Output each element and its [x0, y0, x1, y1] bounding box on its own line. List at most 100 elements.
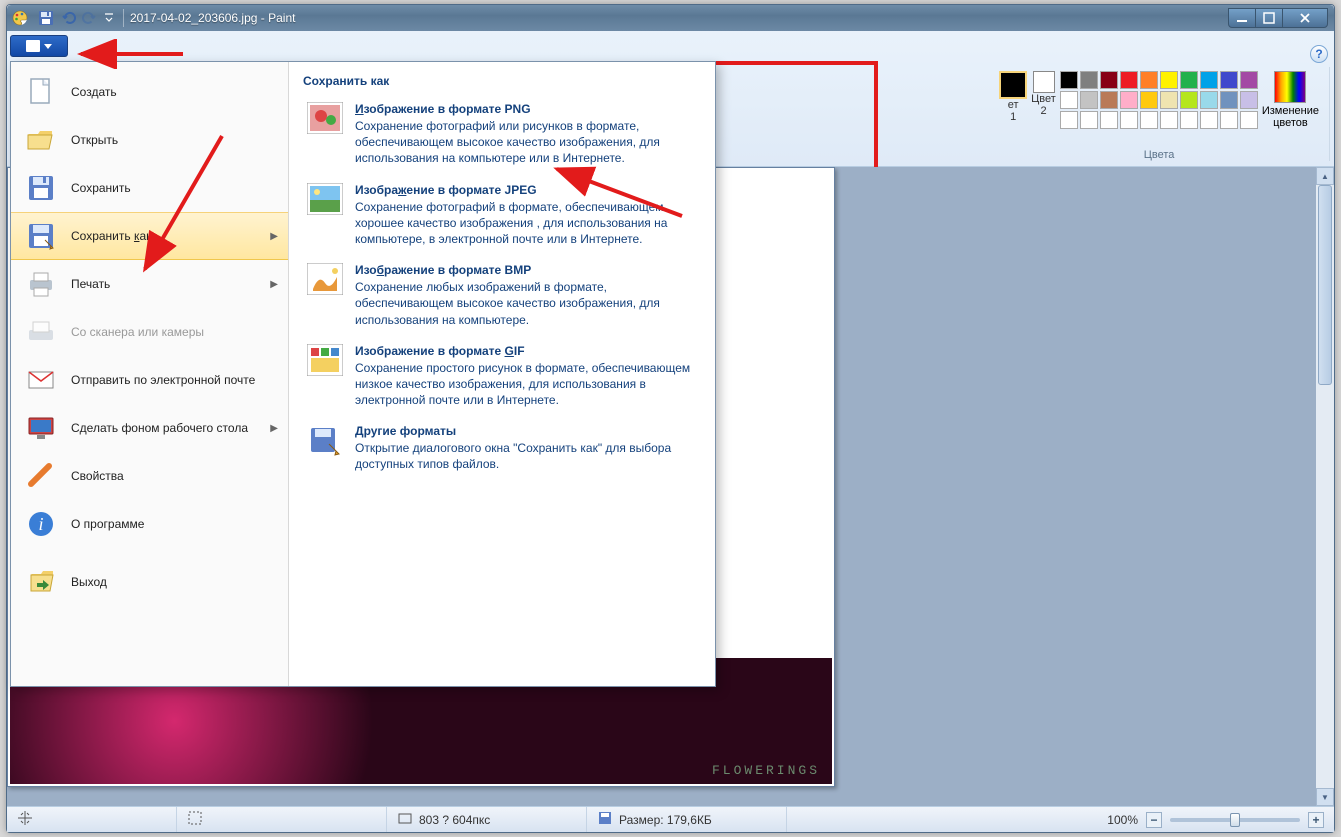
file-new-icon [25, 76, 57, 108]
ribbon: ? ет1 Цвет2 [7, 31, 1334, 167]
palette-color[interactable] [1220, 111, 1238, 129]
png-format-icon [307, 102, 343, 134]
zoom-thumb[interactable] [1230, 813, 1240, 827]
format-bmp-title: Изображение в формате BMP [355, 263, 697, 277]
palette-color[interactable] [1180, 111, 1198, 129]
printer-icon [25, 268, 57, 300]
menu-item-open[interactable]: Открыть [11, 116, 288, 164]
properties-icon [25, 460, 57, 492]
scroll-down-button[interactable]: ▼ [1316, 788, 1334, 806]
palette-color[interactable] [1220, 71, 1238, 89]
palette-color[interactable] [1240, 71, 1258, 89]
scrollbar-thumb[interactable] [1318, 185, 1332, 385]
format-bmp[interactable]: Изображение в формате BMP Сохранение люб… [303, 257, 701, 338]
qat-save-icon[interactable] [38, 10, 54, 26]
disk-icon [597, 810, 613, 829]
menu-item-print[interactable]: Печать ▶ [11, 260, 288, 308]
palette-color[interactable] [1180, 71, 1198, 89]
palette-color[interactable] [1080, 91, 1098, 109]
jpeg-format-icon [307, 183, 343, 215]
help-button[interactable]: ? [1310, 45, 1328, 63]
menu-item-properties[interactable]: Свойства [11, 452, 288, 500]
status-cursor-pos [7, 807, 177, 832]
status-bar: 803 ? 604пкс Размер: 179,6КБ 100% − + [7, 806, 1334, 832]
palette-color[interactable] [1160, 91, 1178, 109]
window: 2017-04-02_203606.jpg - Paint ? ет1 [6, 4, 1335, 833]
palette-color[interactable] [1140, 71, 1158, 89]
format-bmp-desc: Сохранение любых изображений в формате, … [355, 279, 697, 328]
minimize-button[interactable] [1228, 8, 1256, 28]
exit-icon [25, 566, 57, 598]
menu-item-new[interactable]: Создать [11, 68, 288, 116]
palette-color[interactable] [1200, 111, 1218, 129]
palette-color[interactable] [1100, 91, 1118, 109]
palette-color[interactable] [1120, 91, 1138, 109]
dimensions-icon [397, 810, 413, 829]
title-bar: 2017-04-02_203606.jpg - Paint [7, 5, 1334, 31]
menu-item-exit[interactable]: Выход [11, 558, 288, 606]
palette-color[interactable] [1100, 71, 1118, 89]
format-png[interactable]: Изображение в формате PNG Сохранение фот… [303, 96, 701, 177]
edit-colors-button[interactable]: Изменение цветов [1262, 71, 1319, 129]
format-jpeg-title: Изображение в формате JPEG [355, 183, 697, 197]
palette-color[interactable] [1080, 71, 1098, 89]
palette-color[interactable] [1100, 111, 1118, 129]
menu-item-wallpaper[interactable]: Сделать фоном рабочего стола ▶ [11, 404, 288, 452]
format-jpeg-desc: Сохранение фотографий в формате, обеспеч… [355, 199, 697, 248]
zoom-out-button[interactable]: − [1146, 812, 1162, 828]
format-gif-title: Изображение в формате GIF [355, 344, 697, 358]
palette-color[interactable] [1120, 71, 1138, 89]
palette-color[interactable] [1160, 111, 1178, 129]
folder-open-icon [25, 124, 57, 156]
info-icon: i [25, 508, 57, 540]
maximize-button[interactable] [1255, 8, 1283, 28]
palette-color[interactable] [1140, 91, 1158, 109]
close-button[interactable] [1282, 8, 1328, 28]
zoom-slider[interactable] [1170, 818, 1300, 822]
color2-button[interactable]: Цвет2 [1031, 71, 1056, 117]
submenu-arrow-icon: ▶ [270, 231, 278, 242]
palette-color[interactable] [1200, 91, 1218, 109]
submenu-arrow-icon: ▶ [270, 279, 278, 290]
scanner-icon [25, 316, 57, 348]
file-menu-button[interactable] [10, 35, 68, 57]
palette-color[interactable] [1200, 71, 1218, 89]
palette-color[interactable] [1240, 91, 1258, 109]
status-selection [177, 807, 387, 832]
palette-color[interactable] [1080, 111, 1098, 129]
palette-color[interactable] [1220, 91, 1238, 109]
color1-button[interactable]: ет1 [999, 71, 1027, 123]
status-dimensions: 803 ? 604пкс [387, 807, 587, 832]
menu-item-save-as[interactable]: Сохранить как ▶ [11, 212, 288, 260]
submenu-header: Сохранить как [303, 72, 701, 96]
menu-item-email[interactable]: Отправить по электронной почте [11, 356, 288, 404]
palette-color[interactable] [1160, 71, 1178, 89]
qat-redo-icon[interactable] [82, 10, 98, 26]
format-gif[interactable]: Изображение в формате GIF Сохранение про… [303, 338, 701, 419]
palette-color[interactable] [1060, 111, 1078, 129]
save-icon [25, 172, 57, 204]
palette-color[interactable] [1060, 91, 1078, 109]
menu-item-save[interactable]: Сохранить [11, 164, 288, 212]
qat-undo-icon[interactable] [60, 10, 76, 26]
palette-color[interactable] [1120, 111, 1138, 129]
qat-dropdown-icon[interactable] [104, 10, 114, 26]
color-picker-group: ет1 Цвет2 Изменение цветов Цвет [989, 67, 1330, 161]
status-filesize: Размер: 179,6КБ [587, 807, 787, 832]
palette-color[interactable] [1180, 91, 1198, 109]
zoom-in-button[interactable]: + [1308, 812, 1324, 828]
palette-color[interactable] [1240, 111, 1258, 129]
email-icon [25, 364, 57, 396]
vertical-scrollbar[interactable]: ▲ ▼ [1316, 167, 1334, 806]
colors-group-label: Цвета [989, 149, 1329, 161]
menu-item-about[interactable]: i О программе [11, 500, 288, 548]
format-other[interactable]: Другие форматы Открытие диалогового окна… [303, 418, 701, 482]
format-jpeg[interactable]: Изображение в формате JPEG Сохранение фо… [303, 177, 701, 258]
format-png-desc: Сохранение фотографий или рисунков в фор… [355, 118, 697, 167]
format-gif-desc: Сохранение простого рисунок в формате, о… [355, 360, 697, 409]
palette-color[interactable] [1060, 71, 1078, 89]
color-palette[interactable] [1060, 71, 1258, 129]
scroll-up-button[interactable]: ▲ [1316, 167, 1334, 185]
save-as-submenu: Сохранить как Изображение в формате PNG … [289, 62, 715, 686]
palette-color[interactable] [1140, 111, 1158, 129]
